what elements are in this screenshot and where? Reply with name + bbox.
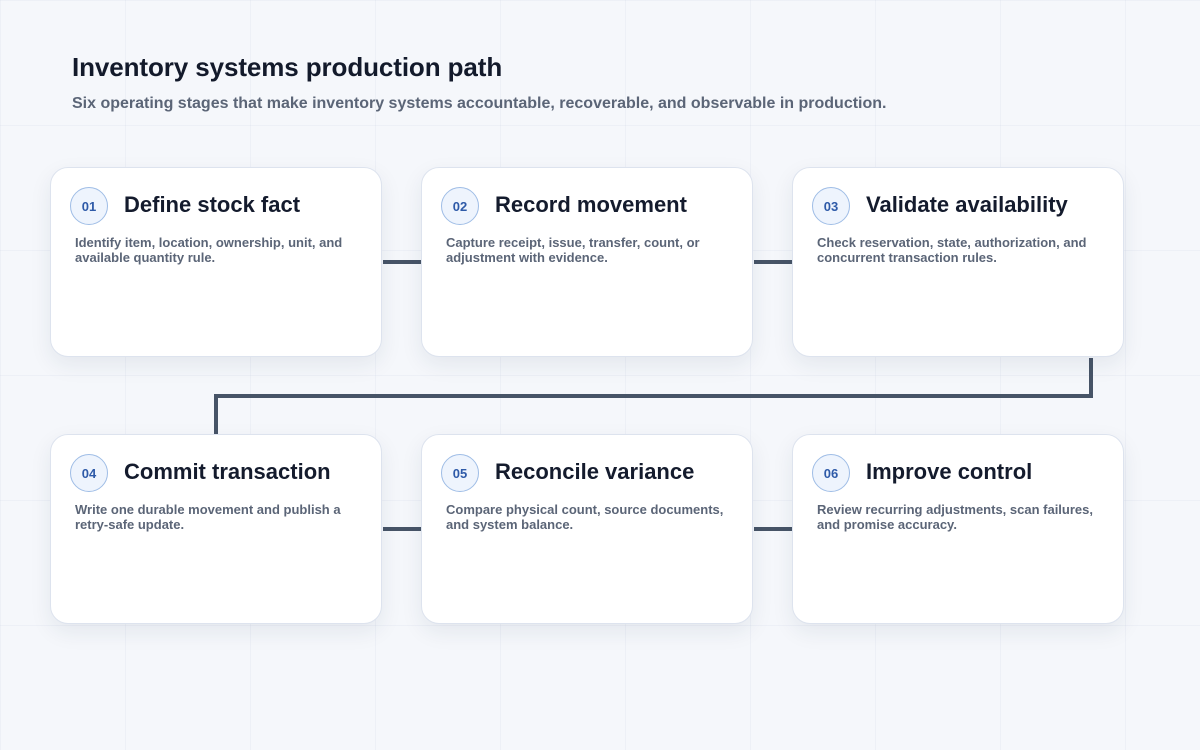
- stage-description: Compare physical count, source documents…: [446, 502, 724, 532]
- stage-card-improve-control: 06 Improve control Review recurring adju…: [792, 434, 1124, 624]
- stage-number-badge: 06: [812, 454, 850, 492]
- stage-title: Validate availability: [866, 192, 1068, 217]
- stage-number-badge: 02: [441, 187, 479, 225]
- stage-description: Review recurring adjustments, scan failu…: [817, 502, 1093, 532]
- stage-title: Improve control: [866, 459, 1033, 484]
- stage-card-record-movement: 02 Record movement Capture receipt, issu…: [421, 167, 753, 357]
- stage-title: Record movement: [495, 192, 687, 217]
- stage-title: Commit transaction: [124, 459, 331, 484]
- connector-layer: [214, 260, 1093, 531]
- stage-card-define-stock-fact: 01 Define stock fact Identify item, loca…: [50, 167, 382, 357]
- stage-number-badge: 04: [70, 454, 108, 492]
- stage-description: Write one durable movement and publish a…: [75, 502, 341, 532]
- stage-description: Check reservation, state, authorization,…: [817, 235, 1087, 265]
- stage-number-badge: 01: [70, 187, 108, 225]
- stage-description: Identify item, location, ownership, unit…: [75, 235, 343, 265]
- stage-number-badge: 05: [441, 454, 479, 492]
- stage-title: Reconcile variance: [495, 459, 695, 484]
- connector-03-04: [214, 358, 1093, 434]
- stage-card-commit-transaction: 04 Commit transaction Write one durable …: [50, 434, 382, 624]
- stage-description: Capture receipt, issue, transfer, count,…: [446, 235, 700, 265]
- stage-card-validate-availability: 03 Validate availability Check reservati…: [792, 167, 1124, 357]
- stage-card-reconcile-variance: 05 Reconcile variance Compare physical c…: [421, 434, 753, 624]
- stage-title: Define stock fact: [124, 192, 301, 217]
- diagram-canvas: Inventory systems production path Six op…: [0, 0, 1200, 750]
- stage-number-badge: 03: [812, 187, 850, 225]
